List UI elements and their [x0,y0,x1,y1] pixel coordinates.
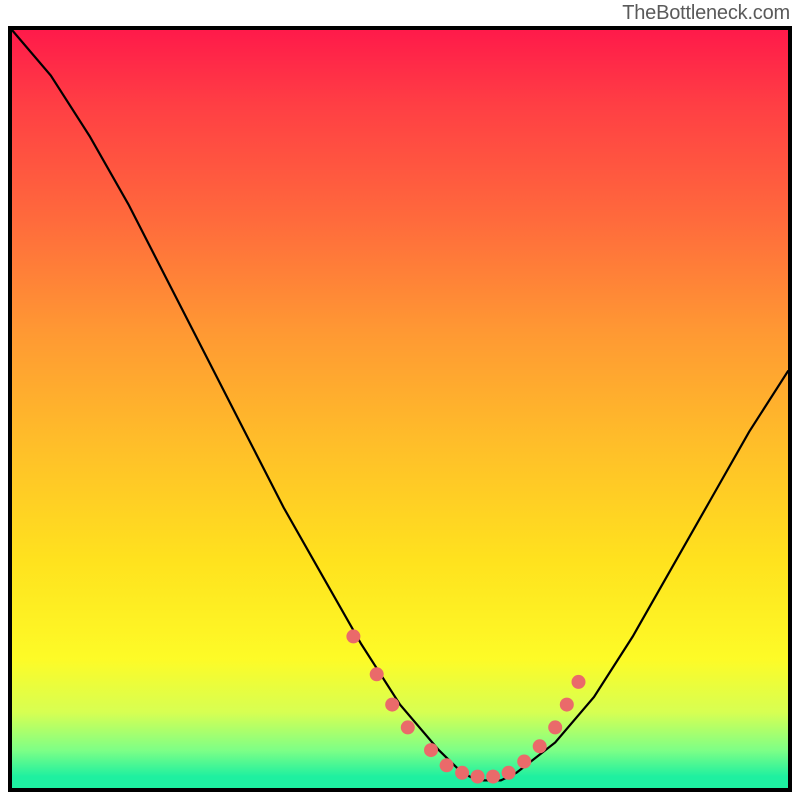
marker-dot [346,629,360,643]
marker-dot [401,720,415,734]
marker-dot [370,667,384,681]
marker-dot [424,743,438,757]
marker-dot [502,766,516,780]
marker-dot [455,766,469,780]
marker-dot [560,698,574,712]
marker-group [346,629,585,783]
chart-overlay-svg [12,30,788,788]
marker-dot [533,739,547,753]
marker-dot [471,770,485,784]
watermark-text: TheBottleneck.com [622,2,790,25]
marker-dot [572,675,586,689]
marker-dot [385,698,399,712]
chart-frame [8,26,792,792]
marker-dot [440,758,454,772]
bottleneck-curve [12,30,788,780]
marker-dot [548,720,562,734]
marker-dot [486,770,500,784]
marker-dot [517,755,531,769]
